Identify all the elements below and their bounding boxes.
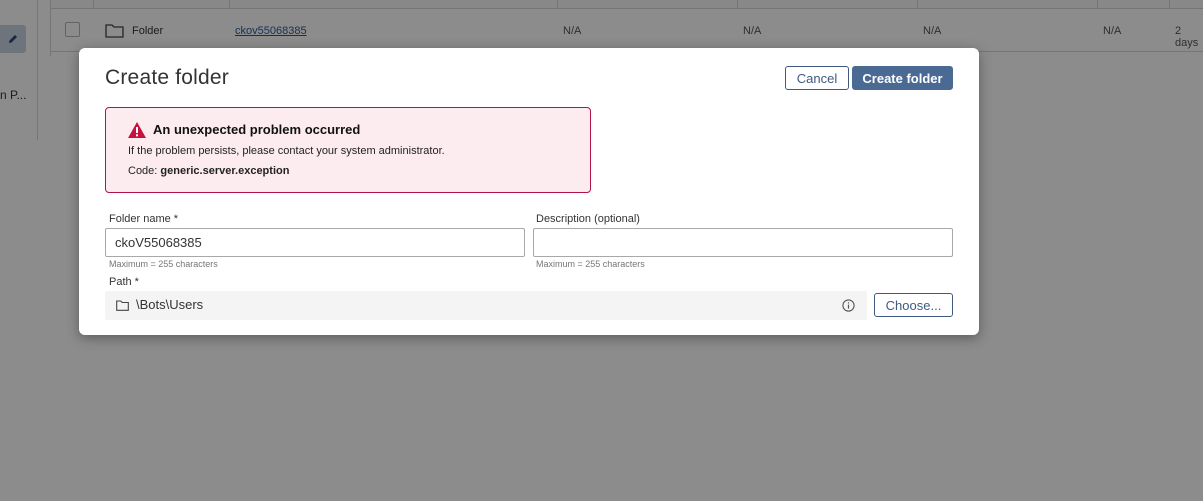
alert-title: An unexpected problem occurred — [153, 122, 361, 137]
create-folder-dialog: Create folder Cancel Create folder An un… — [79, 48, 979, 335]
path-label: Path * — [109, 276, 139, 288]
folder-name-label: Folder name * — [109, 213, 179, 225]
description-hint: Maximum = 255 characters — [536, 259, 645, 269]
path-field: \Bots\Users — [105, 291, 867, 320]
path-value: \Bots\Users — [136, 297, 204, 312]
folder-icon — [116, 300, 129, 311]
alert-code: Code: generic.server.exception — [128, 165, 289, 177]
dialog-title: Create folder — [105, 66, 229, 89]
warning-triangle-icon — [128, 122, 146, 138]
folder-name-input[interactable] — [105, 228, 525, 257]
alert-code-value: generic.server.exception — [160, 165, 290, 177]
choose-path-button[interactable]: Choose... — [874, 293, 953, 317]
info-icon[interactable] — [842, 299, 855, 312]
cancel-button[interactable]: Cancel — [785, 66, 849, 90]
create-folder-button[interactable]: Create folder — [852, 66, 953, 90]
alert-code-prefix: Code: — [128, 165, 158, 177]
folder-name-hint: Maximum = 255 characters — [109, 259, 218, 269]
description-label: Description (optional) — [536, 213, 640, 225]
error-alert: An unexpected problem occurred If the pr… — [105, 107, 591, 193]
description-input[interactable] — [533, 228, 953, 257]
alert-message: If the problem persists, please contact … — [128, 145, 445, 157]
